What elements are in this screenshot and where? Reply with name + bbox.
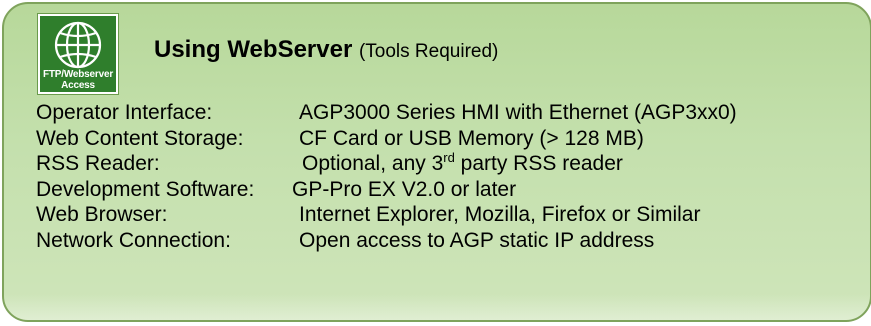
requirement-label: Development Software:	[36, 177, 255, 201]
badge-label-line2: Access	[61, 80, 95, 91]
requirement-row: Development Software: GP-Pro EX V2.0 or …	[36, 177, 737, 203]
title-note: (Tools Required)	[358, 41, 499, 62]
requirement-label: Web Content Storage:	[36, 126, 244, 150]
requirement-label: Operator Interface:	[36, 101, 213, 124]
requirement-value: Internet Explorer, Mozilla, Firefox or S…	[299, 203, 701, 226]
panel-title: Using WebServer (Tools Required)	[154, 36, 498, 64]
title-main: Using WebServer	[154, 36, 353, 63]
requirement-label: Web Browser:	[36, 203, 168, 226]
ordinal-suffix: rd	[443, 150, 455, 165]
requirement-label: RSS Reader:	[36, 152, 160, 175]
requirement-value: CF Card or USB Memory (> 128 MB)	[299, 126, 644, 150]
requirement-row: Web Content Storage: CF Card or USB Memo…	[36, 126, 737, 152]
requirement-value: Open access to AGP static IP address	[299, 228, 655, 252]
requirement-row: Network Connection: Open access to AGP s…	[36, 228, 737, 254]
requirement-value: Optional, any 3rd party RSS reader	[299, 151, 623, 177]
badge-label-line1: FTP/Webserver	[42, 69, 114, 80]
requirement-row: RSS Reader: Optional, any 3rd party RSS …	[36, 151, 737, 177]
requirement-row: Web Browser: Internet Explorer, Mozilla,…	[36, 202, 737, 228]
requirement-value: AGP3000 Series HMI with Ethernet (AGP3xx…	[299, 101, 737, 124]
globe-icon	[54, 21, 102, 69]
requirement-value: GP-Pro EX V2.0 or later	[292, 177, 517, 201]
requirements-panel: FTP/Webserver Access Using WebServer (To…	[2, 2, 871, 322]
requirement-value-part: Optional, any 3	[302, 152, 444, 175]
requirement-row: Operator Interface: AGP3000 Series HMI w…	[36, 100, 737, 126]
ftp-webserver-badge: FTP/Webserver Access	[38, 14, 118, 94]
requirement-label: Network Connection:	[36, 228, 231, 252]
requirement-value-part: party RSS reader	[454, 152, 623, 175]
requirements-list: Operator Interface: AGP3000 Series HMI w…	[36, 100, 737, 253]
